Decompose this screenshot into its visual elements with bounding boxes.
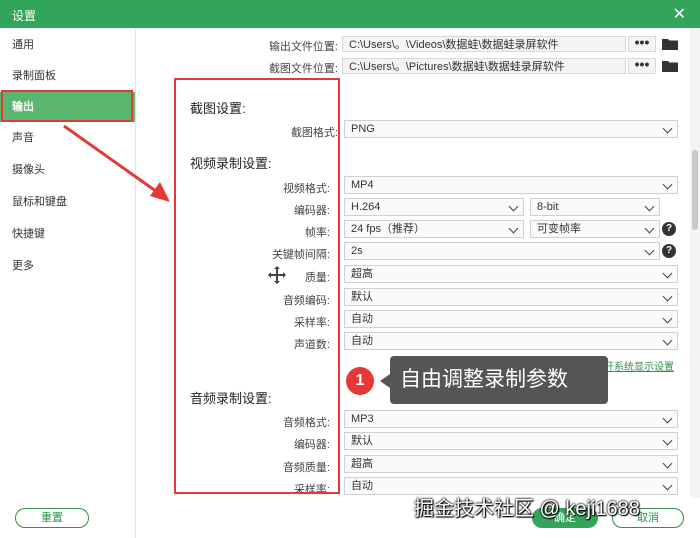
- sidebar-item-mouse-keyboard[interactable]: 鼠标和键盘: [0, 187, 135, 217]
- audio-quality-value: 超高: [351, 458, 373, 470]
- sample-rate-select[interactable]: 自动: [344, 310, 678, 328]
- chevron-down-icon: [662, 335, 673, 346]
- settings-highlight-box: [174, 78, 340, 494]
- chevron-down-icon: [508, 201, 519, 212]
- audio-format-select[interactable]: MP3: [344, 410, 678, 428]
- chevron-down-icon: [662, 179, 673, 190]
- audio-encoder-select[interactable]: 默认: [344, 432, 678, 450]
- folder-icon[interactable]: [662, 38, 678, 50]
- chevron-down-icon: [508, 223, 519, 234]
- watermark: 掘金技术社区 @ keji1688: [414, 498, 640, 520]
- close-icon[interactable]: ✕: [673, 4, 686, 24]
- screenshot-location-browse-button[interactable]: •••: [628, 57, 656, 74]
- quality-value: 超高: [351, 268, 373, 280]
- video-format-value: MP4: [351, 179, 374, 191]
- chevron-down-icon: [644, 201, 655, 212]
- output-location-browse-button[interactable]: •••: [628, 35, 656, 52]
- video-encoder-select[interactable]: H.264: [344, 198, 524, 216]
- audio-quality-select[interactable]: 超高: [344, 455, 678, 473]
- sidebar-item-camera[interactable]: 摄像头: [0, 155, 135, 185]
- help-icon[interactable]: ?: [662, 222, 676, 236]
- chevron-down-icon: [662, 480, 673, 491]
- step-number-badge: 1: [346, 367, 374, 395]
- help-icon[interactable]: ?: [662, 244, 676, 258]
- keyframe-interval-value: 2s: [351, 245, 363, 257]
- chevron-down-icon: [662, 291, 673, 302]
- sidebar-highlight-box: [1, 90, 133, 122]
- chevron-down-icon: [662, 123, 673, 134]
- chevron-down-icon: [644, 245, 655, 256]
- channels-value: 自动: [351, 335, 373, 347]
- audio-format-value: MP3: [351, 413, 374, 425]
- chevron-down-icon: [662, 268, 673, 279]
- sidebar-item-more[interactable]: 更多: [0, 251, 135, 281]
- scrollbar-thumb[interactable]: [692, 150, 698, 230]
- audio-codec-value: 默认: [351, 291, 373, 303]
- reset-button[interactable]: 重置: [15, 508, 89, 528]
- framerate-mode-value: 可变帧率: [537, 223, 581, 235]
- screenshot-format-value: PNG: [351, 123, 375, 135]
- framerate-select[interactable]: 24 fps（推荐）: [344, 220, 524, 238]
- audio-codec-select[interactable]: 默认: [344, 288, 678, 306]
- title-bar: 设置 ✕: [0, 0, 700, 28]
- audio-sample-rate-value: 自动: [351, 480, 373, 492]
- bit-depth-value: 8-bit: [537, 201, 559, 213]
- screenshot-location-label: 截图文件位置:: [268, 63, 338, 75]
- chevron-down-icon: [662, 313, 673, 324]
- sidebar-item-sound[interactable]: 声音: [0, 123, 135, 153]
- scrollbar-track[interactable]: [690, 28, 700, 498]
- sidebar-item-general[interactable]: 通用: [0, 30, 135, 60]
- quality-select[interactable]: 超高: [344, 265, 678, 283]
- output-location-field[interactable]: C:\Users\。\Videos\数据蛙\数据蛙录屏软件: [342, 36, 626, 52]
- output-location-label: 输出文件位置:: [268, 41, 338, 53]
- video-format-select[interactable]: MP4: [344, 176, 678, 194]
- bit-depth-select[interactable]: 8-bit: [530, 198, 660, 216]
- annotation-callout: 自由调整录制参数: [380, 356, 608, 404]
- framerate-mode-select[interactable]: 可变帧率: [530, 220, 660, 238]
- video-encoder-value: H.264: [351, 201, 381, 213]
- screenshot-location-field[interactable]: C:\Users\。\Pictures\数据蛙\数据蛙录屏软件: [342, 58, 626, 74]
- folder-icon[interactable]: [662, 60, 678, 72]
- framerate-value: 24 fps（推荐）: [351, 223, 425, 235]
- chevron-down-icon: [662, 458, 673, 469]
- sidebar-item-shortcuts[interactable]: 快捷键: [0, 219, 135, 249]
- keyframe-interval-select[interactable]: 2s: [344, 242, 660, 260]
- chevron-down-icon: [662, 435, 673, 446]
- chevron-down-icon: [644, 223, 655, 234]
- sample-rate-value: 自动: [351, 313, 373, 325]
- sidebar-item-record-panel[interactable]: 录制面板: [0, 61, 135, 91]
- chevron-down-icon: [662, 413, 673, 424]
- screenshot-format-select[interactable]: PNG: [344, 120, 678, 138]
- channels-select[interactable]: 自动: [344, 332, 678, 350]
- window-title: 设置: [12, 9, 37, 23]
- audio-encoder-value: 默认: [351, 435, 373, 447]
